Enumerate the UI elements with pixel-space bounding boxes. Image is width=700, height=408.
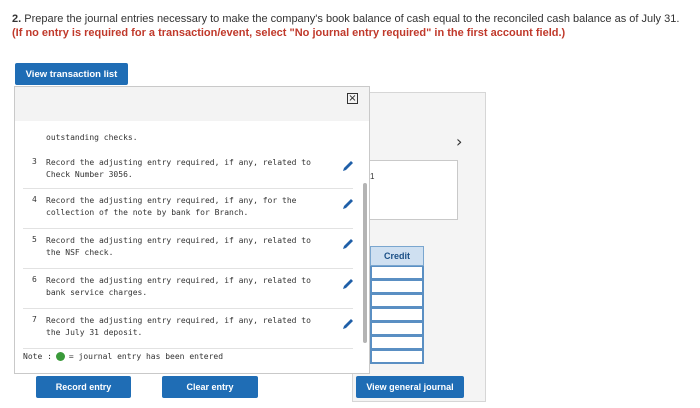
next-chevron-icon[interactable]: › [456, 132, 462, 151]
item-number: 3 [32, 157, 37, 166]
record-entry-button[interactable]: Record entry [36, 376, 131, 398]
edit-pencil-icon[interactable] [341, 317, 355, 331]
item-text: Record the adjusting entry required, if … [46, 316, 311, 337]
edit-pencil-icon[interactable] [341, 159, 355, 173]
clear-entry-button[interactable]: Clear entry [162, 376, 258, 398]
transaction-list-item[interactable]: 5 Record the adjusting entry required, i… [23, 229, 353, 269]
credit-header: Credit [370, 246, 424, 266]
item-number: 4 [32, 195, 37, 204]
question-body: Prepare the journal entries necessary to… [24, 13, 680, 25]
edit-pencil-icon[interactable] [341, 197, 355, 211]
entered-dot-icon [55, 352, 65, 361]
entry-info-text: 1 [370, 172, 375, 181]
item-text: Record the adjusting entry required, if … [46, 236, 311, 257]
item-number: 7 [32, 315, 37, 324]
item-text: Record the adjusting entry required, if … [46, 158, 311, 179]
note-text: = journal entry has been entered [68, 352, 224, 361]
item-text: Record the adjusting entry required, if … [46, 276, 311, 297]
entry-info-box [360, 160, 458, 220]
credit-input[interactable] [370, 308, 424, 322]
popup-header: × [15, 87, 369, 121]
legend-note: Note : = journal entry has been entered [23, 352, 223, 361]
close-icon[interactable]: × [347, 93, 358, 104]
view-general-journal-button[interactable]: View general journal [356, 376, 464, 398]
credit-input[interactable] [370, 280, 424, 294]
cut-off-item-text: outstanding checks. [46, 133, 138, 142]
credit-input[interactable] [370, 336, 424, 350]
credit-input[interactable] [370, 350, 424, 364]
transaction-list-item[interactable]: 4 Record the adjusting entry required, i… [23, 189, 353, 229]
question-note: (If no entry is required for a transacti… [12, 27, 566, 39]
item-number: 5 [32, 235, 37, 244]
note-label: Note : [23, 352, 52, 361]
question-number: 2. [12, 13, 22, 25]
transaction-list-item[interactable]: 6 Record the adjusting entry required, i… [23, 269, 353, 309]
transaction-list-item[interactable]: 7 Record the adjusting entry required, i… [23, 309, 353, 349]
credit-input[interactable] [370, 322, 424, 336]
item-number: 6 [32, 275, 37, 284]
edit-pencil-icon[interactable] [341, 277, 355, 291]
edit-pencil-icon[interactable] [341, 237, 355, 251]
question-text: 2. Prepare the journal entries necessary… [12, 12, 692, 40]
credit-input[interactable] [370, 294, 424, 308]
scrollbar[interactable] [363, 183, 367, 343]
item-text: Record the adjusting entry required, if … [46, 196, 297, 217]
transaction-list-popup: × outstanding checks. 3 Record the adjus… [14, 86, 370, 374]
credit-input[interactable] [370, 266, 424, 280]
transaction-list-item[interactable]: 3 Record the adjusting entry required, i… [23, 151, 353, 189]
credit-column: Credit [370, 246, 424, 364]
view-transaction-list-button[interactable]: View transaction list [15, 63, 128, 85]
